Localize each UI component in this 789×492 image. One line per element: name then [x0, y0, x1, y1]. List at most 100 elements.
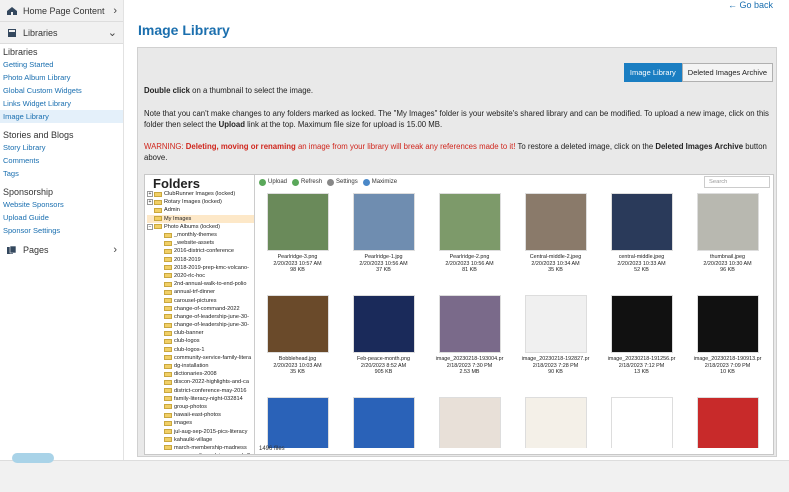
upload-button[interactable]: Upload [259, 178, 287, 186]
thumbnail-image[interactable] [352, 193, 415, 251]
subfolder-item[interactable]: kahaulki-village [147, 436, 254, 444]
image-thumbnail-card[interactable] [259, 397, 336, 448]
subfolder-item[interactable]: change-of-leadership-june-30- [147, 321, 254, 329]
image-thumbnail-card[interactable]: image_20230218-191256.pr 2/18/2023 7:12 P… [603, 295, 680, 389]
subfolder-item[interactable]: 2nd-annual-walk-to-end-polio [147, 280, 254, 288]
subfolder-item[interactable]: change-of-command-2022 [147, 305, 254, 313]
subfolder-item[interactable]: community-service-family-litera [147, 354, 254, 362]
subfolder-item[interactable]: 2016-district-conference [147, 247, 254, 255]
subfolder-item[interactable]: group-photos [147, 403, 254, 411]
thumbnail-image[interactable] [610, 295, 673, 353]
image-thumbnail-card[interactable] [603, 397, 680, 448]
subfolder-item[interactable]: images [147, 419, 254, 427]
sidebar-item-story-library[interactable]: Story Library [0, 141, 123, 154]
thumbnail-image[interactable] [438, 193, 501, 251]
thumbnail-image[interactable] [266, 397, 329, 448]
subfolder-item[interactable]: 2018-2019 [147, 256, 254, 264]
sidebar-item-tags[interactable]: Tags [0, 167, 123, 180]
thumbnail-image[interactable] [696, 295, 759, 353]
image-thumbnail-card[interactable]: Feb-peace-month.png 2/20/2023 8:52 AM 905 … [345, 295, 422, 389]
folder-item[interactable]: + Rotary Images (locked) [147, 198, 254, 206]
subfolder-item[interactable]: march-membership-madness [147, 444, 254, 452]
thumbnail-image[interactable] [438, 295, 501, 353]
subfolder-item[interactable]: dg-installation [147, 362, 254, 370]
subfolder-item[interactable]: dictionaries-2008 [147, 370, 254, 378]
subfolder-item[interactable]: _monthly-themes [147, 231, 254, 239]
image-thumbnail-card[interactable]: Pearlridge-3.png 2/20/2023 10:57 AM 98 KB [259, 193, 336, 287]
image-thumbnail-card[interactable] [517, 397, 594, 448]
image-thumbnail-card[interactable] [345, 397, 422, 448]
subfolder-item[interactable]: annual-trf-dinner [147, 288, 254, 296]
sidebar-item-global-custom-widgets[interactable]: Global Custom Widgets [0, 84, 123, 97]
subfolder-item[interactable]: discon-2022-highlights-and-ca [147, 378, 254, 386]
search-input[interactable]: Search [704, 176, 770, 188]
subfolder-item[interactable]: district-conference-may-2016 [147, 387, 254, 395]
go-back-link[interactable]: ← Go back [728, 0, 773, 10]
chat-pill[interactable] [12, 453, 54, 463]
image-thumbnail-card[interactable]: Pearlridge-1.jpg 2/20/2023 10:56 AM 37 KB [345, 193, 422, 287]
thumbnail-image[interactable] [266, 193, 329, 251]
thumbnail-image[interactable] [696, 397, 759, 448]
subfolder-item[interactable]: _website-assets [147, 239, 254, 247]
subfolder-item[interactable]: change-of-leadership-june-30- [147, 313, 254, 321]
subfolder-item[interactable]: hawaii-east-photos [147, 411, 254, 419]
home-page-content-menu[interactable]: Home Page Content › [0, 0, 123, 22]
sidebar-item-website-sponsors[interactable]: Website Sponsors [0, 198, 123, 211]
thumbnail-image[interactable] [524, 397, 587, 448]
subfolder-item[interactable]: 2020-rlc-hoc [147, 272, 254, 280]
libraries-menu[interactable]: Libraries ⌄ [0, 22, 123, 44]
pages-menu[interactable]: Pages › [0, 239, 123, 261]
thumbnail-image[interactable] [524, 295, 587, 353]
image-thumbnail-card[interactable] [689, 397, 766, 448]
thumbnail-image[interactable] [352, 397, 415, 448]
sidebar-item-photo-album-library[interactable]: Photo Album Library [0, 71, 123, 84]
thumbnail-image[interactable] [266, 295, 329, 353]
thumbnail-image[interactable] [524, 193, 587, 251]
image-thumbnail-card[interactable]: image_20230218-193004.pr 2/18/2023 7:30 P… [431, 295, 508, 389]
subfolder-item[interactable]: 2018-2019-prep-kmc-volcano- [147, 264, 254, 272]
folder-item[interactable]: − Photo Albums (locked) [147, 223, 254, 231]
folder-item[interactable]: My Images [147, 214, 254, 223]
folder-item[interactable]: Admin [147, 206, 254, 214]
image-thumbnail-card[interactable]: Central-middle-2.jpeg 2/20/2023 10:34 AM 3… [517, 193, 594, 287]
subfolder-item[interactable]: club-banner [147, 329, 254, 337]
image-thumbnail-card[interactable]: Bobblehead.jpg 2/20/2023 10:03 AM 35 KB [259, 295, 336, 389]
thumbnail-image[interactable] [438, 397, 501, 448]
thumbnail-image[interactable] [610, 397, 673, 448]
sidebar-item-upload-guide[interactable]: Upload Guide [0, 211, 123, 224]
image-thumbnail-card[interactable]: Pearlridge-2.png 2/20/2023 10:56 AM 81 KB [431, 193, 508, 287]
thumbnail-size: 13 KB [634, 369, 649, 375]
sidebar-item-comments[interactable]: Comments [0, 154, 123, 167]
subfolder-item[interactable]: club-logos-1 [147, 346, 254, 354]
image-thumbnail-card[interactable] [431, 397, 508, 448]
subfolder-item[interactable]: mayor-mufi-proclaims-march-2 [147, 452, 254, 454]
sidebar-item-links-widget-library[interactable]: Links Widget Library [0, 97, 123, 110]
subfolder-item[interactable]: club-logos [147, 337, 254, 345]
folder-label: group-photos [174, 403, 207, 410]
folder-label: kahaulki-village [174, 436, 213, 443]
image-thumbnail-card[interactable]: image_20230218-190913.pr 2/18/2023 7:09 P… [689, 295, 766, 389]
expand-toggle-icon[interactable]: + [147, 191, 153, 198]
image-thumbnail-card[interactable]: image_20230218-192827.pr 2/18/2023 7:28 P… [517, 295, 594, 389]
sidebar-item-getting-started[interactable]: Getting Started [0, 58, 123, 71]
image-thumbnail-card[interactable]: thumbnail.jpeg 2/20/2023 10:30 AM 96 KB [689, 193, 766, 287]
image-thumbnail-card[interactable]: central-middle.jpeg 2/20/2023 10:33 AM 52 … [603, 193, 680, 287]
settings-button[interactable]: Settings [327, 178, 358, 186]
refresh-button[interactable]: Refresh [292, 178, 322, 186]
expand-toggle-icon[interactable]: + [147, 199, 153, 206]
thumbnail-image[interactable] [610, 193, 673, 251]
sidebar-item-sponsor-settings[interactable]: Sponsor Settings [0, 224, 123, 237]
maximize-button[interactable]: Maximize [362, 178, 397, 186]
tab-image-library[interactable]: Image Library [623, 63, 682, 82]
subfolder-item[interactable]: jul-aug-sep-2015-pics-literacy [147, 427, 254, 435]
subfolder-item[interactable]: carousel-pictures [147, 296, 254, 304]
thumbnail-image[interactable] [696, 193, 759, 251]
thumbnail-image[interactable] [352, 295, 415, 353]
tab-deleted-images-archive[interactable]: Deleted Images Archive [681, 63, 773, 82]
folder-item[interactable]: + ClubRunner Images (locked) [147, 190, 254, 198]
folder-label: annual-trf-dinner [174, 289, 216, 296]
folder-tree[interactable]: Folders + ClubRunner Images (locked) + Rota… [147, 175, 255, 454]
subfolder-item[interactable]: family-literacy-night-032814 [147, 395, 254, 403]
collapse-toggle-icon[interactable]: − [147, 223, 153, 230]
sidebar-item-image-library[interactable]: Image Library [0, 110, 123, 123]
